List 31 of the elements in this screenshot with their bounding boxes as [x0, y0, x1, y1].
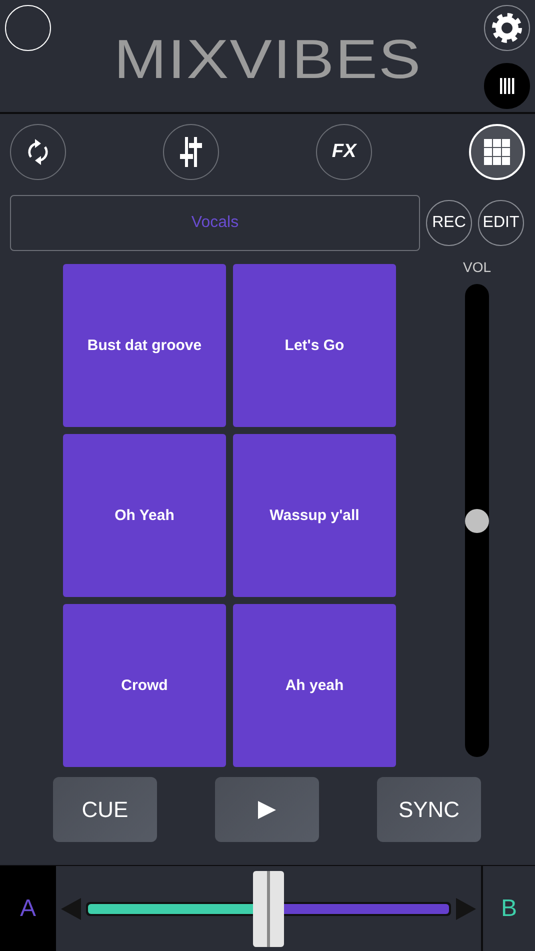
play-icon [257, 800, 277, 820]
sample-pad[interactable]: Oh Yeah [63, 434, 226, 597]
sample-pad[interactable]: Crowd [63, 604, 226, 767]
sync-icon [25, 137, 51, 167]
crossfader-handle[interactable] [252, 870, 284, 946]
bars-icon [499, 78, 515, 94]
fx-button[interactable]: FX [316, 124, 372, 180]
settings-button[interactable] [484, 5, 530, 51]
sample-pad[interactable]: Bust dat groove [63, 264, 226, 427]
sample-pad[interactable]: Wassup y'all [233, 434, 396, 597]
sample-pad[interactable]: Let's Go [233, 264, 396, 427]
right-arrow-icon [456, 898, 476, 920]
transport-button[interactable]: SYNC [377, 777, 481, 842]
sample-pad[interactable]: Ah yeah [233, 604, 396, 767]
deck-view-button[interactable] [484, 63, 530, 109]
round-button[interactable] [5, 5, 51, 51]
play-button[interactable] [215, 777, 319, 842]
settings-icon [490, 11, 524, 45]
mixer-button[interactable] [163, 124, 219, 180]
volume-thumb[interactable] [465, 508, 489, 532]
volume-slider[interactable] [465, 284, 489, 757]
transport-button[interactable]: CUE [53, 777, 157, 842]
grid-icon [484, 139, 510, 165]
app-logo: MIXVIBES [114, 27, 422, 91]
mixer-icon [178, 137, 204, 167]
volume-label: VOL [462, 259, 491, 275]
deck-a-button[interactable]: A [0, 866, 56, 951]
action-button[interactable]: REC [426, 200, 472, 246]
left-arrow-icon [61, 898, 81, 920]
action-button[interactable]: EDIT [478, 200, 524, 246]
sync-button[interactable] [10, 124, 66, 180]
